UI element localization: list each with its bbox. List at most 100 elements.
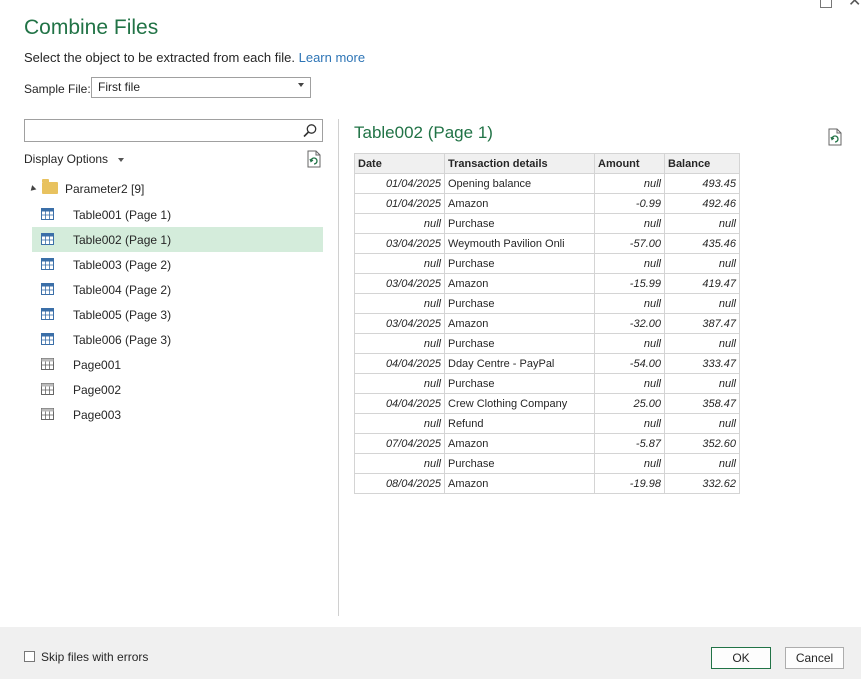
tree-item-label: Table001 (Page 1): [73, 208, 172, 222]
table-icon: [41, 233, 54, 245]
tree-item-label: Table003 (Page 2): [73, 258, 172, 272]
ok-button[interactable]: OK: [711, 647, 771, 669]
folder-icon: [42, 179, 58, 194]
cell-amount: -57.00: [594, 233, 665, 254]
cell-balance: null: [664, 413, 740, 434]
cell-transaction-details: Amazon: [444, 433, 595, 454]
cell-balance: null: [664, 253, 740, 274]
display-options-label: Display Options: [24, 152, 109, 166]
refresh-preview-icon[interactable]: [827, 128, 843, 146]
tree-item[interactable]: Table006 (Page 3): [32, 327, 323, 352]
cell-balance: null: [664, 333, 740, 354]
checkbox-icon[interactable]: [24, 651, 35, 662]
table-row: 01/04/2025 Amazon -0.99 492.46: [354, 193, 740, 214]
cell-date: 03/04/2025: [354, 233, 445, 254]
cell-balance: 352.60: [664, 433, 740, 454]
cell-amount: -5.87: [594, 433, 665, 454]
tree-item[interactable]: Table005 (Page 3): [32, 302, 323, 327]
table-row: null Purchase null null: [354, 333, 740, 354]
search-icon[interactable]: [302, 123, 318, 139]
cell-date: null: [354, 333, 445, 354]
cell-date: 04/04/2025: [354, 353, 445, 374]
column-header-amount[interactable]: Amount: [594, 153, 665, 174]
table-icon: [41, 333, 54, 345]
tree-item[interactable]: Page001: [32, 352, 323, 377]
cancel-button[interactable]: Cancel: [785, 647, 844, 669]
cell-amount: null: [594, 213, 665, 234]
page-icon: [41, 358, 54, 370]
tree-item-label: Page002: [73, 383, 122, 397]
cell-amount: null: [594, 333, 665, 354]
cell-amount: -32.00: [594, 313, 665, 334]
cell-amount: null: [594, 373, 665, 394]
refresh-icon[interactable]: [306, 150, 322, 168]
table-row: 04/04/2025 Crew Clothing Company 25.00 358.…: [354, 393, 740, 414]
table-icon: [41, 258, 54, 270]
column-header-balance[interactable]: Balance: [664, 153, 740, 174]
learn-more-link[interactable]: Learn more: [299, 50, 365, 65]
table-icon: [41, 283, 54, 295]
skip-errors-label: Skip files with errors: [41, 650, 149, 664]
tree-item[interactable]: Table003 (Page 2): [32, 252, 323, 277]
cell-transaction-details: Crew Clothing Company: [444, 393, 595, 414]
chevron-down-icon: [298, 83, 304, 87]
sample-file-label: Sample File:: [24, 82, 91, 96]
cell-balance: null: [664, 293, 740, 314]
preview-title: Table002 (Page 1): [354, 123, 493, 142]
tree-item[interactable]: Table004 (Page 2): [32, 277, 323, 302]
page-icon: [41, 383, 54, 395]
table-row: 04/04/2025 Dday Centre - PayPal -54.00 333.…: [354, 353, 740, 374]
table-row: 07/04/2025 Amazon -5.87 352.60: [354, 433, 740, 454]
sample-file-dropdown[interactable]: First file: [91, 77, 311, 98]
instruction-label: Select the object to be extracted from e…: [24, 50, 295, 65]
cell-date: 08/04/2025: [354, 473, 445, 494]
cell-balance: 435.46: [664, 233, 740, 254]
tree-item[interactable]: Table001 (Page 1): [32, 202, 323, 227]
cell-transaction-details: Purchase: [444, 213, 595, 234]
tree-item-label: Table005 (Page 3): [73, 308, 172, 322]
tree-item-label: Page001: [73, 358, 122, 372]
cell-transaction-details: Amazon: [444, 473, 595, 494]
table-row: 03/04/2025 Amazon -15.99 419.47: [354, 273, 740, 294]
cell-transaction-details: Amazon: [444, 273, 595, 294]
cell-balance: 492.46: [664, 193, 740, 214]
tree-item-label: Table006 (Page 3): [73, 333, 172, 347]
cell-balance: 419.47: [664, 273, 740, 294]
cell-balance: 493.45: [664, 173, 740, 194]
tree-item-label: Table004 (Page 2): [73, 283, 172, 297]
search-input[interactable]: [24, 119, 323, 142]
tree-item[interactable]: Table002 (Page 1): [32, 227, 323, 252]
cell-date: null: [354, 453, 445, 474]
column-header-date[interactable]: Date: [354, 153, 445, 174]
cell-amount: -0.99: [594, 193, 665, 214]
cell-transaction-details: Weymouth Pavilion Onli: [444, 233, 595, 254]
expand-arrow-icon[interactable]: [28, 185, 37, 193]
cell-amount: -15.99: [594, 273, 665, 294]
table-row: null Refund null null: [354, 413, 740, 434]
table-row: null Purchase null null: [354, 373, 740, 394]
tree-item[interactable]: Page002: [32, 377, 323, 402]
table-row: 01/04/2025 Opening balance null 493.45: [354, 173, 740, 194]
restore-window-button[interactable]: [820, 0, 832, 8]
chevron-down-icon: [118, 157, 125, 162]
cell-amount: -54.00: [594, 353, 665, 374]
cell-date: null: [354, 373, 445, 394]
column-header-transaction-details[interactable]: Transaction details: [444, 153, 595, 174]
table-row: 03/04/2025 Weymouth Pavilion Onli -57.00 43…: [354, 233, 740, 254]
cell-transaction-details: Opening balance: [444, 173, 595, 194]
cell-balance: 332.62: [664, 473, 740, 494]
cell-date: null: [354, 253, 445, 274]
cell-amount: null: [594, 173, 665, 194]
cell-transaction-details: Purchase: [444, 373, 595, 394]
tree-item[interactable]: Page003: [32, 402, 323, 427]
close-window-button[interactable]: ✕: [848, 0, 861, 11]
table-row: null Purchase null null: [354, 213, 740, 234]
pane-splitter[interactable]: [338, 119, 339, 616]
display-options-dropdown[interactable]: Display Options: [24, 152, 125, 166]
cell-amount: -19.98: [594, 473, 665, 494]
cell-transaction-details: Purchase: [444, 453, 595, 474]
page-icon: [41, 408, 54, 420]
cell-date: 07/04/2025: [354, 433, 445, 454]
tree-root-label: Parameter2 [9]: [65, 182, 145, 196]
table-row: 03/04/2025 Amazon -32.00 387.47: [354, 313, 740, 334]
